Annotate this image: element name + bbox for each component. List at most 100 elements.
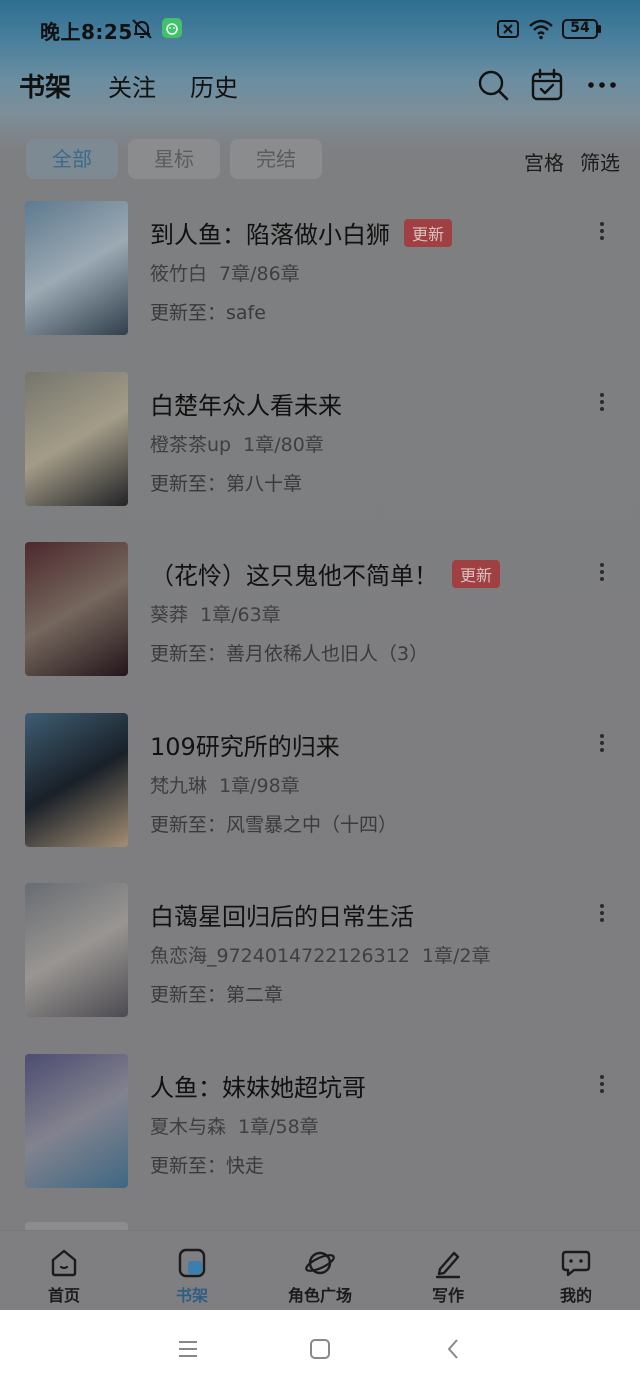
latest-update: 更新至：第二章	[150, 984, 284, 1006]
update-badge: 更新	[404, 219, 453, 247]
top-nav: 书架 关注 历史	[0, 58, 640, 114]
bottom-tab-label: 书架	[175, 1286, 208, 1305]
back-icon[interactable]	[442, 1337, 466, 1361]
cover-shade	[25, 371, 128, 506]
book-author: 葵莽	[150, 604, 189, 626]
next-book-cover-partial	[25, 1222, 128, 1230]
book-author: 梵九琳	[150, 774, 208, 797]
bottom-tab-label: 写作	[431, 1286, 464, 1305]
latest-update: 更新至：第八十章	[150, 472, 303, 495]
book-item[interactable]: 白蔼星回归后的日常生活魚恋海_9724014722126312 1章/2章更新至：…	[0, 883, 640, 1053]
book-title-text: 白蔼星回归后的日常生活	[150, 903, 414, 931]
calendar-checkin-icon[interactable]	[530, 68, 564, 102]
book-meta: 橙茶茶up 1章/80章	[150, 430, 324, 457]
latest-update: 更新至：快走	[150, 1154, 265, 1177]
bookshelf-icon	[178, 1248, 206, 1278]
book-progress: 1章/80章	[243, 433, 324, 456]
book-cover-image[interactable]	[25, 883, 128, 1017]
more-vertical-icon[interactable]	[592, 1072, 612, 1096]
book-title[interactable]: 到人鱼：陷落做小白狮 更新	[150, 215, 453, 250]
bottom-tab-mine[interactable]: 我的	[512, 1231, 640, 1310]
tab-bookshelf[interactable]: 书架	[19, 67, 71, 104]
book-title[interactable]: 人鱼：妹妹她超坑哥	[150, 1068, 366, 1103]
more-vertical-icon[interactable]	[592, 560, 612, 584]
more-vertical-icon[interactable]	[592, 219, 612, 243]
book-item[interactable]: 白楚年众人看未来橙茶茶up 1章/80章更新至：第八十章	[0, 371, 640, 542]
book-item[interactable]: 人鱼：妹妹她超坑哥夏木与森 1章/58章更新至：快走	[0, 1053, 640, 1224]
bottom-tab-label: 首页	[47, 1286, 80, 1305]
book-title[interactable]: 109研究所的归来	[150, 727, 340, 762]
battery-indicator: 54	[562, 19, 602, 39]
book-author: 橙茶茶up	[150, 433, 232, 456]
bottom-tab-label: 我的	[559, 1286, 592, 1305]
system-nav-bar	[0, 1310, 640, 1387]
filter-button[interactable]: 筛选	[580, 147, 620, 176]
book-author: 魚恋海_9724014722126312	[150, 945, 410, 967]
filter-chip-all[interactable]: 全部	[26, 139, 118, 179]
pen-icon	[435, 1251, 461, 1279]
book-item[interactable]: 109研究所的归来梵九琳 1章/98章更新至：风雪暴之中（十四）	[0, 712, 640, 883]
bottom-tab-character-square[interactable]: 角色广场	[256, 1231, 384, 1310]
book-meta: 梵九琳 1章/98章	[150, 771, 300, 798]
book-title[interactable]: 白楚年众人看未来	[150, 386, 342, 421]
wifi-icon	[529, 19, 553, 40]
cover-shade	[25, 201, 128, 335]
mute-bell-icon	[132, 19, 152, 39]
home-icon	[51, 1249, 77, 1277]
chat-bubble-icon	[561, 1250, 591, 1277]
planet-icon	[305, 1251, 335, 1275]
filter-chip-finished[interactable]: 完结	[230, 139, 322, 179]
book-cover-image[interactable]	[25, 201, 128, 335]
book-meta: 葵莽 1章/63章	[150, 600, 281, 627]
latest-update: 更新至：safe	[150, 302, 266, 324]
app-screen: 晚上8:25 54 书架 关注 历史 全部 星标 完结 宫格 筛选 到人鱼：陷落…	[0, 0, 640, 1310]
bottom-tab-bookshelf[interactable]: 书架	[128, 1231, 256, 1310]
book-progress: 1章/2章	[421, 945, 491, 967]
bottom-tab-bar: 首页 书架 角色广场 写作 我的	[0, 1230, 640, 1310]
book-title-text: 白楚年众人看未来	[150, 391, 342, 420]
book-title-text: （花怜）这只鬼他不简单！	[150, 562, 438, 590]
search-icon[interactable]	[476, 68, 510, 102]
book-cover-image[interactable]	[25, 542, 128, 676]
cover-shade	[25, 1053, 128, 1188]
tab-follow[interactable]: 关注	[108, 68, 156, 103]
more-vertical-icon[interactable]	[592, 901, 612, 925]
battery-level: 54	[570, 20, 590, 36]
book-progress: 1章/63章	[200, 604, 281, 626]
bottom-tab-write[interactable]: 写作	[384, 1231, 512, 1310]
more-vertical-icon[interactable]	[592, 390, 612, 414]
book-meta: 筱竹白 7章/86章	[150, 259, 300, 286]
book-title[interactable]: （花怜）这只鬼他不简单！ 更新	[150, 556, 501, 591]
status-time: 晚上8:25	[40, 20, 133, 44]
bottom-tab-home[interactable]: 首页	[0, 1231, 128, 1310]
book-progress: 7章/86章	[219, 263, 300, 285]
book-progress: 1章/98章	[219, 774, 300, 797]
more-vertical-icon[interactable]	[592, 731, 612, 755]
sim-icon	[497, 20, 519, 38]
grid-view-toggle[interactable]: 宫格	[524, 147, 564, 176]
book-cover-image[interactable]	[25, 712, 128, 847]
home-button-icon[interactable]	[308, 1337, 332, 1361]
notification-app-icon	[162, 18, 182, 38]
tab-history[interactable]: 历史	[190, 68, 238, 103]
book-progress: 1章/58章	[238, 1115, 319, 1138]
cover-shade	[25, 712, 128, 847]
book-cover-image[interactable]	[25, 1053, 128, 1188]
cover-shade	[25, 542, 128, 676]
status-bar: 晚上8:25 54	[0, 0, 640, 58]
book-item[interactable]: 到人鱼：陷落做小白狮 更新筱竹白 7章/86章更新至：safe	[0, 201, 640, 371]
book-item[interactable]: （花怜）这只鬼他不简单！ 更新葵莽 1章/63章更新至：善月依稀人也旧人（3）	[0, 542, 640, 712]
filter-chip-starred[interactable]: 星标	[128, 139, 220, 179]
recent-apps-icon[interactable]	[176, 1337, 200, 1361]
book-author: 夏木与森	[150, 1115, 227, 1138]
more-options-icon[interactable]	[586, 68, 620, 102]
book-title[interactable]: 白蔼星回归后的日常生活	[150, 897, 414, 932]
book-meta: 魚恋海_9724014722126312 1章/2章	[150, 941, 491, 968]
cover-shade	[25, 883, 128, 1017]
book-cover-image[interactable]	[25, 371, 128, 506]
latest-update: 更新至：风雪暴之中（十四）	[150, 813, 398, 836]
book-title-text: 人鱼：妹妹她超坑哥	[150, 1073, 366, 1102]
book-author: 筱竹白	[150, 263, 208, 285]
update-badge: 更新	[452, 560, 501, 588]
latest-update: 更新至：善月依稀人也旧人（3）	[150, 643, 429, 665]
